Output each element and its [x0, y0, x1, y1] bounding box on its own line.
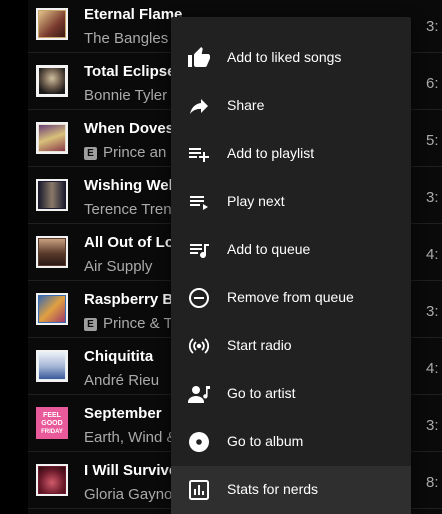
menu-item-go-to-album[interactable]: Go to album	[171, 418, 411, 466]
track-title[interactable]: Wishing Wel	[84, 177, 173, 194]
artist-name[interactable]: Prince & T	[103, 315, 173, 332]
track-title[interactable]: I Will Survive	[84, 462, 177, 479]
album-art-raspberry-beret	[36, 293, 68, 325]
menu-item-label: Go to artist	[227, 385, 296, 401]
menu-item-remove-from-queue[interactable]: Remove from queue	[171, 274, 411, 322]
track-artist: Air Supply	[84, 258, 152, 275]
art-text-line: GOOD	[41, 420, 62, 427]
album-art-all-out-of-love	[36, 236, 68, 268]
share-icon	[190, 99, 208, 114]
track-title[interactable]: Eternal Flame	[84, 6, 182, 23]
menu-item-add-to-playlist[interactable]: Add to playlist	[171, 130, 411, 178]
radio-icon	[188, 338, 210, 354]
track-title[interactable]: When Doves	[84, 120, 174, 137]
track-duration: 3:	[426, 18, 439, 35]
artist-name[interactable]: Prince an	[103, 144, 166, 161]
art-text-line: FRIDAY	[41, 429, 63, 435]
album-art-september-text: FEEL GOOD FRIDAY	[41, 412, 63, 435]
artist-name[interactable]: The Bangles	[84, 30, 168, 47]
left-edge-panel	[0, 0, 28, 514]
track-artist: Earth, Wind &	[84, 429, 177, 446]
menu-item-label: Go to album	[227, 433, 304, 449]
artist-name[interactable]: Air Supply	[84, 258, 152, 275]
track-duration: 5:	[426, 132, 439, 149]
play-next-icon	[190, 196, 208, 210]
track-artist: E Prince & T	[84, 315, 173, 332]
menu-item-add-to-liked-songs[interactable]: Add to liked songs	[171, 34, 411, 82]
menu-item-label: Play next	[227, 193, 285, 209]
track-duration: 3:	[426, 189, 439, 206]
explicit-badge: E	[84, 147, 97, 160]
track-duration: 6:	[426, 75, 439, 92]
track-duration: 3:	[426, 303, 439, 320]
track-duration: 4:	[426, 360, 439, 377]
album-art-when-doves-cry	[36, 122, 68, 154]
menu-item-go-to-artist[interactable]: Go to artist	[171, 370, 411, 418]
menu-item-add-to-queue[interactable]: Add to queue	[171, 226, 411, 274]
track-artist: Gloria Gaynor	[84, 486, 177, 503]
artist-name[interactable]: Bonnie Tyler	[84, 87, 167, 104]
artist-icon	[188, 386, 210, 403]
track-duration: 3:	[426, 417, 439, 434]
artist-name[interactable]: Terence Tren	[84, 201, 172, 218]
album-art-total-eclipse	[36, 65, 68, 97]
track-title[interactable]: Total Eclipse	[84, 63, 175, 80]
thumb-up-icon	[188, 47, 210, 67]
track-title[interactable]: September	[84, 405, 162, 422]
artist-name[interactable]: André Rieu	[84, 372, 159, 389]
track-artist: The Bangles	[84, 30, 168, 47]
track-artist: Terence Tren	[84, 201, 172, 218]
track-title[interactable]: Raspberry B	[84, 291, 173, 308]
album-icon	[189, 432, 209, 452]
album-art-i-will-survive	[36, 464, 68, 496]
artist-name[interactable]: Gloria Gaynor	[84, 486, 177, 503]
menu-item-label: Add to liked songs	[227, 49, 342, 65]
add-to-queue-icon	[190, 244, 209, 259]
album-art-september: FEEL GOOD FRIDAY	[36, 407, 68, 439]
track-context-menu: Add to liked songs Share Add to playlist…	[171, 17, 411, 514]
playlist-add-icon	[189, 148, 209, 162]
track-duration: 8:	[426, 474, 439, 491]
menu-item-share[interactable]: Share	[171, 82, 411, 130]
track-artist: Bonnie Tyler	[84, 87, 167, 104]
album-art-wishing-well	[36, 179, 68, 211]
menu-item-label: Stats for nerds	[227, 481, 319, 497]
album-art-eternal-flame	[36, 8, 68, 40]
menu-item-label: Remove from queue	[227, 289, 354, 305]
track-title[interactable]: Chiquitita	[84, 348, 153, 365]
track-artist: André Rieu	[84, 372, 159, 389]
menu-item-play-next[interactable]: Play next	[171, 178, 411, 226]
album-art-chiquitita	[36, 350, 68, 382]
menu-item-label: Start radio	[227, 337, 292, 353]
track-duration: 4:	[426, 246, 439, 263]
remove-circle-icon	[189, 288, 209, 308]
menu-item-label: Add to playlist	[227, 145, 315, 161]
menu-item-start-radio[interactable]: Start radio	[171, 322, 411, 370]
menu-item-label: Add to queue	[227, 241, 311, 257]
stats-icon	[189, 480, 209, 500]
track-artist: E Prince an	[84, 144, 166, 161]
explicit-badge: E	[84, 318, 97, 331]
menu-item-stats-for-nerds[interactable]: Stats for nerds	[171, 466, 411, 514]
menu-item-label: Share	[227, 97, 265, 113]
art-text-line: FEEL	[43, 412, 62, 419]
artist-name[interactable]: Earth, Wind &	[84, 429, 177, 446]
track-title[interactable]: All Out of Lo	[84, 234, 174, 251]
